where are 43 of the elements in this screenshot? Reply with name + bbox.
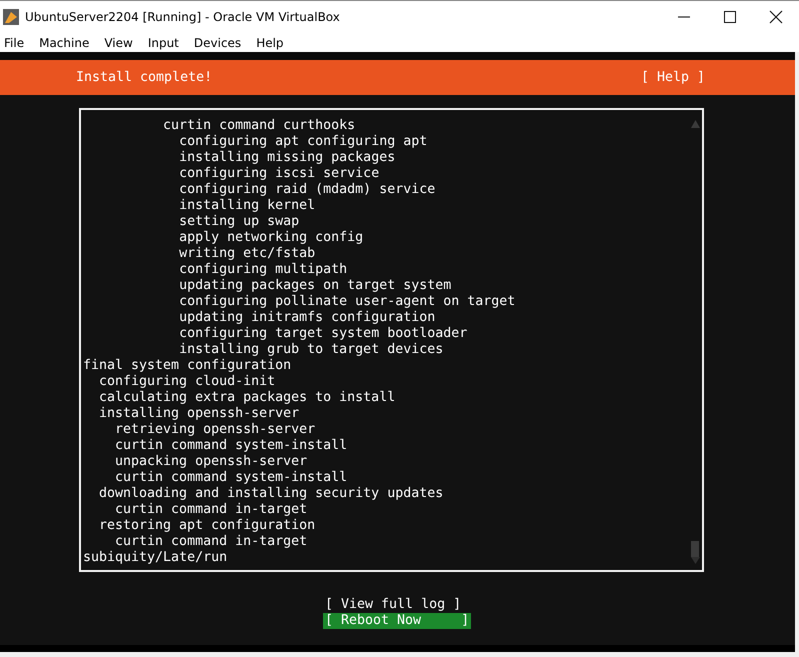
log-line: curtin command in-target <box>115 502 308 518</box>
menu-item[interactable]: Input <box>148 36 179 50</box>
log-line: curtin command system-install <box>115 438 348 454</box>
log-line: downloading and installing security updates <box>99 486 444 502</box>
close-icon[interactable] <box>769 10 783 24</box>
log-line: configuring raid (mdadm) service <box>179 182 436 198</box>
terminal-button[interactable]: [ View full log ] <box>323 597 464 613</box>
log-line: installing openssh-server <box>99 406 300 422</box>
log-line: retrieving openssh-server <box>115 422 316 438</box>
menu-item[interactable]: File <box>4 36 24 50</box>
help-button[interactable]: [ Help ] <box>640 70 705 85</box>
log-line: restoring apt configuration <box>99 518 316 534</box>
log-line: curtin command in-target <box>115 534 308 550</box>
menu-item[interactable]: Devices <box>194 36 242 50</box>
log-line: configuring multipath <box>179 262 348 278</box>
terminal-button[interactable]: [ Reboot Now ] <box>323 613 472 629</box>
log-line: curtin command system-install <box>115 470 348 486</box>
log-line: installing missing packages <box>179 150 396 166</box>
log-line: updating packages on target system <box>179 278 452 294</box>
log-line: configuring cloud-init <box>99 374 276 390</box>
log-line: installing grub to target devices <box>179 342 444 358</box>
menu-item[interactable]: Help <box>256 36 284 50</box>
log-line: configuring iscsi service <box>179 166 380 182</box>
log-line: apply networking config <box>179 230 364 246</box>
log-line: setting up swap <box>179 214 300 230</box>
log-line: curtin command curthooks <box>163 118 356 134</box>
log-line: final system configuration <box>83 358 292 374</box>
app-icon <box>3 9 19 25</box>
screen-title: Install complete! <box>76 70 212 85</box>
maximize-icon[interactable] <box>723 10 737 24</box>
log-line: updating initramfs configuration <box>179 310 436 326</box>
log-line: installing kernel <box>179 198 316 214</box>
log-line: subiquity/Late/run <box>83 550 228 566</box>
log-line: configuring target system bootloader <box>179 326 468 342</box>
menu-item[interactable]: View <box>104 36 133 50</box>
menu-item[interactable]: Machine <box>39 36 90 50</box>
scrollbar-thumb[interactable] <box>691 541 699 557</box>
log-line: configuring apt configuring apt <box>179 134 428 150</box>
window-title: UbuntuServer2204 [Running] - Oracle VM VirtualBox <box>25 10 340 24</box>
log-line: configuring pollinate user-agent on target <box>179 294 516 310</box>
log-line: calculating extra packages to install <box>99 390 396 406</box>
log-line: unpacking openssh-server <box>115 454 308 470</box>
log-line: writing etc/fstab <box>179 246 316 262</box>
